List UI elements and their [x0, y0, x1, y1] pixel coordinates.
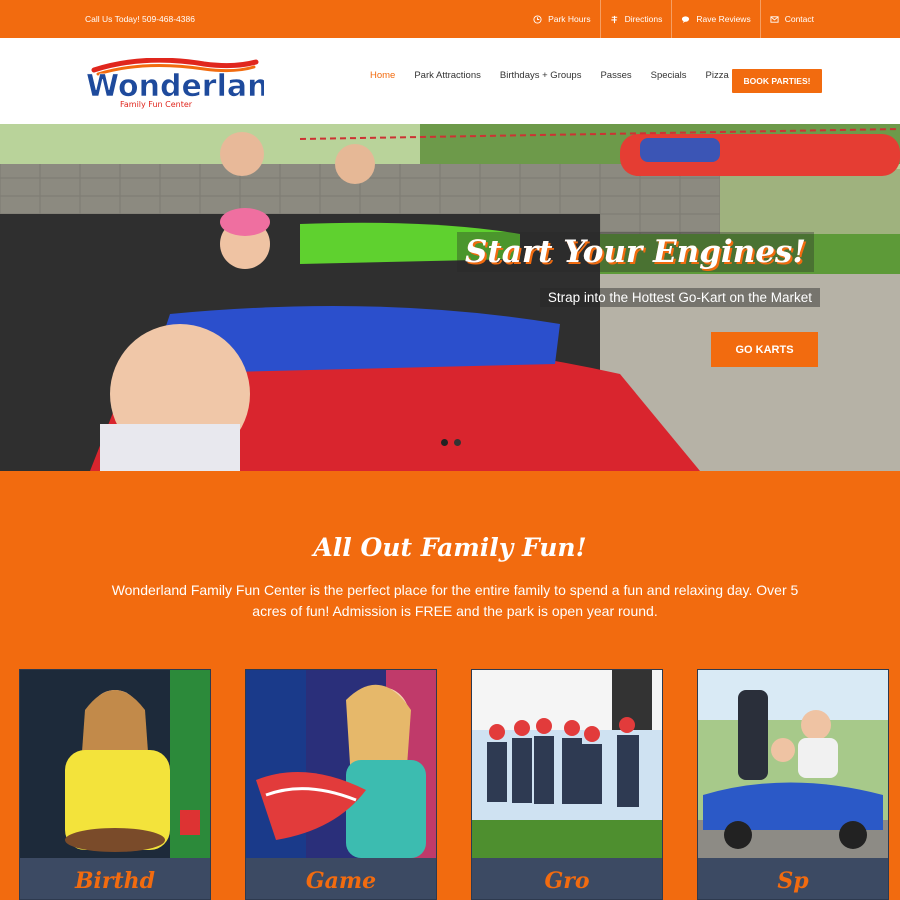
birthday-girl-photo [20, 670, 210, 858]
rave-reviews-label: Rave Reviews [696, 14, 751, 24]
card-groups-title: Gro [544, 868, 590, 894]
envelope-icon [770, 15, 779, 23]
slider-dots [441, 439, 461, 446]
card-birthdays[interactable]: Birthd [19, 669, 211, 900]
chat-bubble-icon [682, 15, 690, 23]
hero-title: Start Your Engines! [457, 232, 814, 272]
nav-home[interactable]: Home [370, 70, 395, 81]
card-games[interactable]: Game [245, 669, 437, 900]
intro-title: All Out Family Fun! [313, 533, 587, 562]
logo-wordmark: Wonderland [86, 69, 264, 104]
site-header: Wonderland Family Fun Center Home Park A… [0, 38, 900, 124]
nav-passes[interactable]: Passes [600, 70, 631, 81]
hero-slider: Start Your Engines! Strap into the Hotte… [0, 124, 900, 471]
directions-link[interactable]: Directions [599, 0, 672, 38]
main-nav: Home Park Attractions Birthdays + Groups… [370, 70, 748, 81]
park-hours-link[interactable]: Park Hours [524, 0, 600, 38]
card-birthdays-title: Birthd [74, 868, 156, 894]
contact-link[interactable]: Contact [759, 0, 900, 38]
call-us-phone[interactable]: Call Us Today! 509-468-4386 [85, 14, 195, 24]
book-parties-button[interactable]: BOOK PARTIES! [732, 69, 822, 93]
nav-specials[interactable]: Specials [651, 70, 687, 81]
card-specials[interactable]: Sp [697, 669, 889, 900]
park-hours-label: Park Hours [548, 14, 591, 24]
logo-tagline: Family Fun Center [120, 100, 193, 109]
arcade-tickets-photo [246, 670, 436, 858]
top-bar: Call Us Today! 509-468-4386 Park Hours D… [0, 0, 900, 38]
card-groups[interactable]: Gro [471, 669, 663, 900]
nav-birthdays-groups[interactable]: Birthdays + Groups [500, 70, 582, 81]
top-links: Park Hours Directions Rave Reviews Conta… [524, 0, 900, 38]
contact-label: Contact [784, 14, 814, 24]
directions-label: Directions [624, 14, 663, 24]
go-kart-family-photo [698, 670, 888, 858]
slider-dot-2[interactable] [454, 439, 461, 446]
signpost-icon [610, 15, 617, 23]
nav-pizza[interactable]: Pizza [706, 70, 729, 81]
slider-dot-1[interactable] [441, 439, 448, 446]
nav-park-attractions[interactable]: Park Attractions [414, 70, 481, 81]
wonderland-logo[interactable]: Wonderland Family Fun Center [84, 57, 290, 110]
hero-subtitle: Strap into the Hottest Go-Kart on the Ma… [539, 288, 820, 307]
group-helmets-photo [472, 670, 662, 858]
intro-text: Wonderland Family Fun Center is the perf… [111, 582, 799, 619]
card-specials-title: Sp [777, 868, 809, 894]
card-games-title: Game [305, 868, 377, 894]
go-karts-button[interactable]: GO KARTS [711, 332, 818, 367]
clock-icon [533, 14, 542, 24]
rave-reviews-link[interactable]: Rave Reviews [671, 0, 759, 38]
